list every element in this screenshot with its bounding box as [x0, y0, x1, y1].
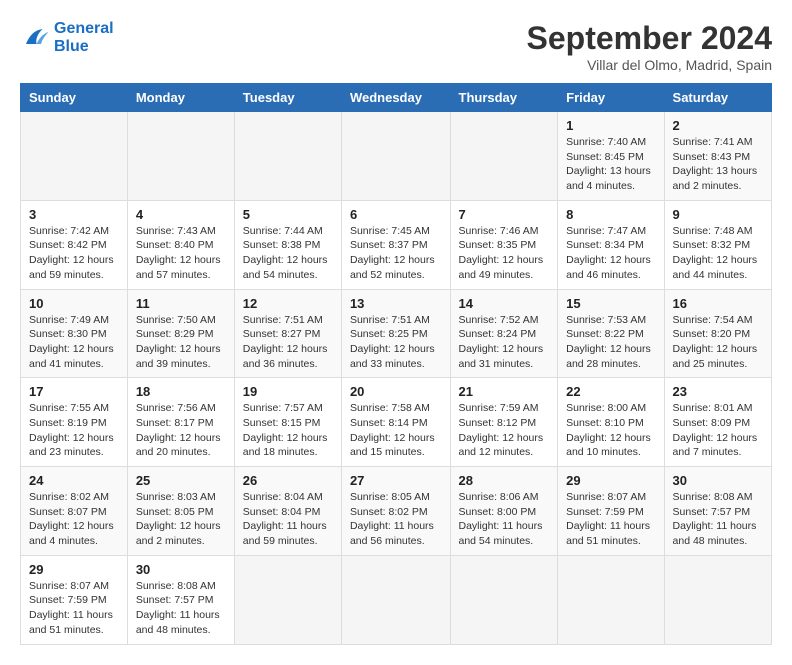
table-row: 20 Sunrise: 7:58 AMSunset: 8:14 PMDaylig… [341, 378, 450, 467]
table-row: 5 Sunrise: 7:44 AMSunset: 8:38 PMDayligh… [234, 200, 341, 289]
table-row: 23 Sunrise: 8:01 AMSunset: 8:09 PMDaylig… [664, 378, 771, 467]
col-saturday: Saturday [664, 84, 771, 112]
calendar-week-4: 17 Sunrise: 7:55 AMSunset: 8:19 PMDaylig… [21, 378, 772, 467]
table-row: 16 Sunrise: 7:54 AMSunset: 8:20 PMDaylig… [664, 289, 771, 378]
table-row: 30 Sunrise: 8:08 AMSunset: 7:57 PMDaylig… [664, 467, 771, 556]
table-row: 1 Sunrise: 7:40 AMSunset: 8:45 PMDayligh… [558, 112, 664, 201]
col-tuesday: Tuesday [234, 84, 341, 112]
empty-cell [341, 555, 450, 644]
table-row: 6 Sunrise: 7:45 AMSunset: 8:37 PMDayligh… [341, 200, 450, 289]
table-row: 29 Sunrise: 8:07 AMSunset: 7:59 PMDaylig… [558, 467, 664, 556]
calendar-table: Sunday Monday Tuesday Wednesday Thursday… [20, 83, 772, 645]
table-row: 26 Sunrise: 8:04 AMSunset: 8:04 PMDaylig… [234, 467, 341, 556]
empty-cell [234, 555, 341, 644]
empty-cell [558, 555, 664, 644]
col-friday: Friday [558, 84, 664, 112]
calendar-week-1: 1 Sunrise: 7:40 AMSunset: 8:45 PMDayligh… [21, 112, 772, 201]
title-area: September 2024 Villar del Olmo, Madrid, … [527, 20, 772, 73]
calendar-header-row: Sunday Monday Tuesday Wednesday Thursday… [21, 84, 772, 112]
table-row: 24 Sunrise: 8:02 AMSunset: 8:07 PMDaylig… [21, 467, 128, 556]
logo: General Blue [20, 20, 114, 56]
table-row: 8 Sunrise: 7:47 AMSunset: 8:34 PMDayligh… [558, 200, 664, 289]
calendar-week-2: 3 Sunrise: 7:42 AMSunset: 8:42 PMDayligh… [21, 200, 772, 289]
logo-text: General Blue [54, 20, 114, 56]
empty-cell [341, 112, 450, 201]
col-sunday: Sunday [21, 84, 128, 112]
table-row: 7 Sunrise: 7:46 AMSunset: 8:35 PMDayligh… [450, 200, 558, 289]
col-thursday: Thursday [450, 84, 558, 112]
empty-cell [450, 555, 558, 644]
logo-icon [20, 23, 50, 53]
page-title: September 2024 [527, 20, 772, 57]
table-row: 27 Sunrise: 8:05 AMSunset: 8:02 PMDaylig… [341, 467, 450, 556]
calendar-week-3: 10 Sunrise: 7:49 AMSunset: 8:30 PMDaylig… [21, 289, 772, 378]
table-row: 15 Sunrise: 7:53 AMSunset: 8:22 PMDaylig… [558, 289, 664, 378]
empty-cell [127, 112, 234, 201]
col-monday: Monday [127, 84, 234, 112]
table-row: 30 Sunrise: 8:08 AMSunset: 7:57 PMDaylig… [127, 555, 234, 644]
calendar-week-6: 29 Sunrise: 8:07 AMSunset: 7:59 PMDaylig… [21, 555, 772, 644]
table-row: 12 Sunrise: 7:51 AMSunset: 8:27 PMDaylig… [234, 289, 341, 378]
page-header: General Blue September 2024 Villar del O… [20, 20, 772, 73]
col-wednesday: Wednesday [341, 84, 450, 112]
table-row: 17 Sunrise: 7:55 AMSunset: 8:19 PMDaylig… [21, 378, 128, 467]
table-row: 13 Sunrise: 7:51 AMSunset: 8:25 PMDaylig… [341, 289, 450, 378]
table-row: 2 Sunrise: 7:41 AMSunset: 8:43 PMDayligh… [664, 112, 771, 201]
empty-cell [21, 112, 128, 201]
table-row: 4 Sunrise: 7:43 AMSunset: 8:40 PMDayligh… [127, 200, 234, 289]
page-subtitle: Villar del Olmo, Madrid, Spain [527, 57, 772, 73]
table-row: 25 Sunrise: 8:03 AMSunset: 8:05 PMDaylig… [127, 467, 234, 556]
table-row: 18 Sunrise: 7:56 AMSunset: 8:17 PMDaylig… [127, 378, 234, 467]
calendar-week-5: 24 Sunrise: 8:02 AMSunset: 8:07 PMDaylig… [21, 467, 772, 556]
table-row: 9 Sunrise: 7:48 AMSunset: 8:32 PMDayligh… [664, 200, 771, 289]
table-row: 28 Sunrise: 8:06 AMSunset: 8:00 PMDaylig… [450, 467, 558, 556]
empty-cell [450, 112, 558, 201]
table-row: 19 Sunrise: 7:57 AMSunset: 8:15 PMDaylig… [234, 378, 341, 467]
table-row: 10 Sunrise: 7:49 AMSunset: 8:30 PMDaylig… [21, 289, 128, 378]
table-row: 3 Sunrise: 7:42 AMSunset: 8:42 PMDayligh… [21, 200, 128, 289]
empty-cell [664, 555, 771, 644]
table-row: 14 Sunrise: 7:52 AMSunset: 8:24 PMDaylig… [450, 289, 558, 378]
table-row: 22 Sunrise: 8:00 AMSunset: 8:10 PMDaylig… [558, 378, 664, 467]
table-row: 29 Sunrise: 8:07 AMSunset: 7:59 PMDaylig… [21, 555, 128, 644]
empty-cell [234, 112, 341, 201]
table-row: 11 Sunrise: 7:50 AMSunset: 8:29 PMDaylig… [127, 289, 234, 378]
table-row: 21 Sunrise: 7:59 AMSunset: 8:12 PMDaylig… [450, 378, 558, 467]
